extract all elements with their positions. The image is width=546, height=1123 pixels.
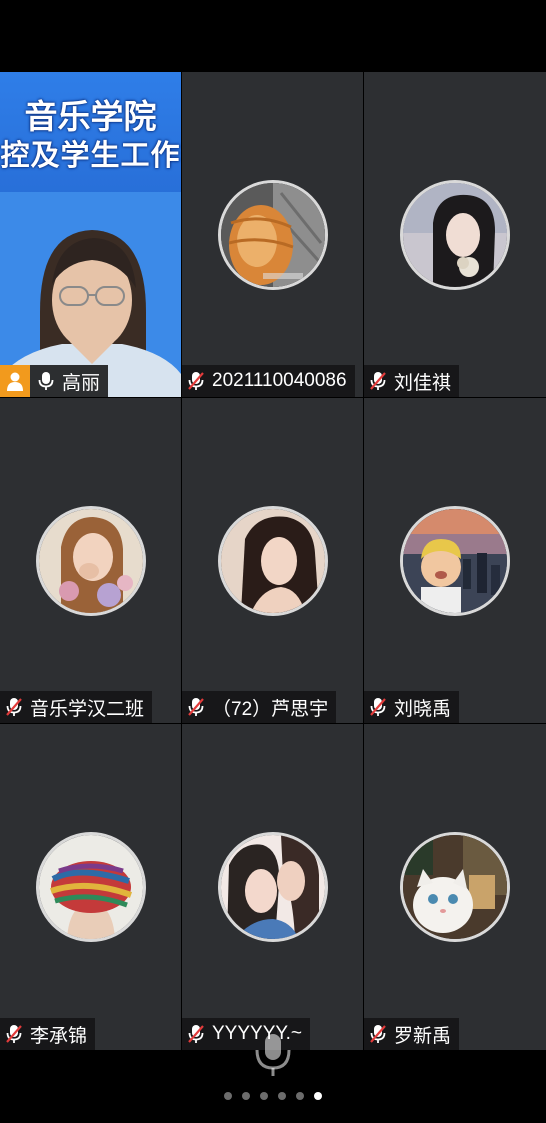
participant-tile[interactable]: （72）芦思宇	[182, 398, 363, 723]
participant-name: 罗新禹	[394, 1025, 452, 1047]
participant-name: 高丽	[62, 372, 101, 394]
participant-tile[interactable]: 音乐学汉二班	[0, 398, 181, 723]
shared-slide: 音乐学院 控及学生工作	[0, 72, 181, 397]
participant-name: 2021110040086	[212, 370, 347, 391]
mic-on-icon	[38, 372, 54, 390]
participant-tile[interactable]: 罗新禹	[364, 724, 546, 1050]
mic-muted-icon	[188, 1025, 204, 1043]
mic-muted-icon	[370, 698, 386, 716]
page-indicator[interactable]	[0, 1092, 546, 1100]
page-dot[interactable]	[278, 1092, 286, 1100]
participant-avatar	[35, 832, 146, 942]
participant-name: 刘晓禹	[394, 698, 452, 720]
mic-muted-icon	[6, 1025, 22, 1043]
slide-title-line2: 控及学生工作	[0, 140, 181, 172]
participant-nameplate: 高丽	[0, 365, 109, 397]
mic-muted-icon	[370, 1025, 386, 1043]
participant-avatar	[217, 505, 328, 616]
participant-avatar	[400, 505, 510, 616]
participant-nameplate: 音乐学汉二班	[0, 691, 153, 723]
page-dot[interactable]	[224, 1092, 232, 1100]
participant-avatar	[400, 179, 510, 290]
page-dot[interactable]	[242, 1092, 250, 1100]
slide-title-line1: 音乐学院	[24, 98, 157, 135]
participant-nameplate: 罗新禹	[364, 1018, 460, 1050]
page-dot-active[interactable]	[314, 1092, 322, 1100]
mic-muted-icon	[370, 372, 386, 390]
page-dot[interactable]	[296, 1092, 304, 1100]
participant-nameplate: 刘佳祺	[364, 365, 460, 397]
participant-name: 李承锦	[30, 1025, 88, 1047]
participant-nameplate: 2021110040086	[182, 365, 355, 397]
video-grid: 音乐学院 控及学生工作 高丽 2021110040086 刘佳祺 音乐学汉二班 …	[0, 72, 546, 1050]
participant-nameplate: （72）芦思宇	[182, 691, 337, 723]
participant-tile[interactable]: 刘晓禹	[364, 398, 546, 723]
participant-name: （72）芦思宇	[212, 698, 329, 720]
mic-muted-icon	[188, 698, 204, 716]
floating-mic-icon[interactable]	[241, 1030, 305, 1080]
participant-avatar	[217, 832, 328, 942]
participant-name: 刘佳祺	[394, 372, 452, 394]
participant-tile[interactable]: YYYYYY.~	[182, 724, 363, 1050]
participant-tile[interactable]: 2021110040086	[182, 72, 363, 397]
participant-tile-presenter[interactable]: 音乐学院 控及学生工作 高丽	[0, 72, 181, 397]
participant-tile[interactable]: 刘佳祺	[364, 72, 546, 397]
participant-avatar	[217, 179, 328, 290]
mic-muted-icon	[6, 698, 22, 716]
participant-nameplate: 刘晓禹	[364, 691, 460, 723]
mic-muted-icon	[188, 372, 204, 390]
participant-avatar	[400, 832, 510, 942]
participant-nameplate: 李承锦	[0, 1018, 96, 1050]
host-person-icon	[0, 365, 30, 397]
page-dot[interactable]	[260, 1092, 268, 1100]
participant-name: 音乐学汉二班	[30, 698, 145, 720]
participant-tile[interactable]: 李承锦	[0, 724, 181, 1050]
participant-avatar	[35, 505, 146, 616]
